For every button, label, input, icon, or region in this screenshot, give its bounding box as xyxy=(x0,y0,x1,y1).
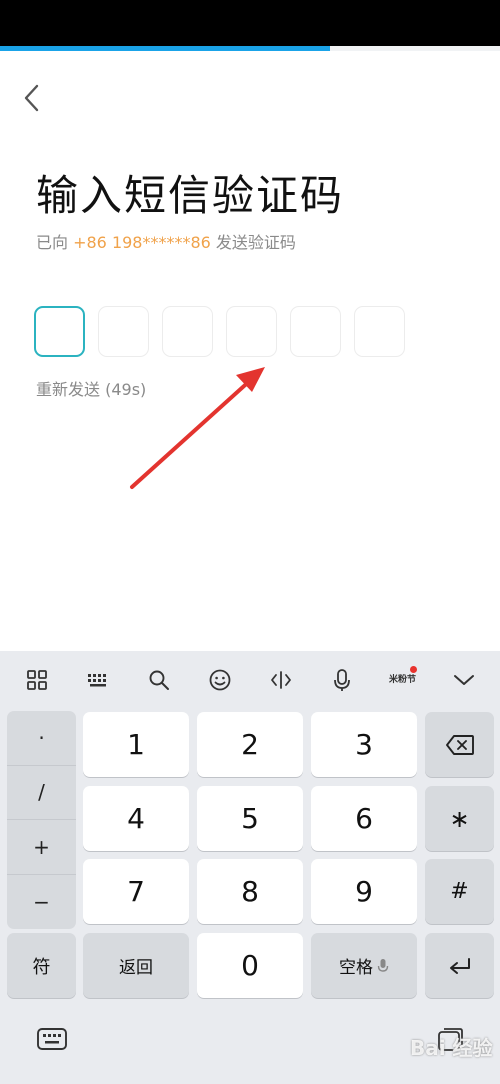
symbol-key-minus[interactable]: − xyxy=(7,875,76,930)
watermark: Bai 经验 xyxy=(410,1036,493,1060)
sent-to-text: 已向 +86 198******86 发送验证码 xyxy=(36,229,296,253)
key-1[interactable]: 1 xyxy=(83,712,189,777)
enter-icon xyxy=(449,957,470,974)
symbol-key-dot[interactable]: · xyxy=(7,711,76,766)
microphone-small-icon xyxy=(377,958,389,972)
subtitle-suffix: 发送验证码 xyxy=(210,233,296,252)
subtitle-prefix: 已向 xyxy=(36,233,74,252)
code-box-1[interactable] xyxy=(34,306,85,357)
space-label: 空格 xyxy=(339,958,373,978)
progress-bar xyxy=(0,46,500,51)
key-9[interactable]: 9 xyxy=(311,859,417,924)
keyboard-switch-icon xyxy=(37,1028,67,1050)
emoji-icon[interactable] xyxy=(200,660,240,700)
grid-icon[interactable] xyxy=(17,660,57,700)
key-6[interactable]: 6 xyxy=(311,786,417,851)
festival-label: 米粉节 xyxy=(388,674,416,685)
symbol-column[interactable]: · / + − xyxy=(7,711,76,929)
key-5[interactable]: 5 xyxy=(197,786,303,851)
page-title: 输入短信验证码 xyxy=(36,171,345,220)
festival-icon[interactable]: 米粉节 xyxy=(383,660,423,700)
keyboard-icon[interactable] xyxy=(78,660,118,700)
back-button[interactable] xyxy=(14,80,50,116)
space-key[interactable]: 空格 xyxy=(311,933,417,998)
search-icon[interactable] xyxy=(139,660,179,700)
backspace-icon xyxy=(445,734,474,755)
status-bar xyxy=(0,0,500,46)
key-2[interactable]: 2 xyxy=(197,712,303,777)
key-8[interactable]: 8 xyxy=(197,859,303,924)
progress-fill xyxy=(0,46,330,51)
chevron-left-icon xyxy=(24,84,39,112)
symbol-key-slash[interactable]: / xyxy=(7,766,76,820)
star-key[interactable]: ∗ xyxy=(425,786,494,851)
cursor-icon[interactable] xyxy=(261,660,301,700)
collapse-icon[interactable] xyxy=(444,660,484,700)
back-key[interactable]: 返回 xyxy=(83,933,189,998)
key-7[interactable]: 7 xyxy=(83,859,189,924)
red-arrow-annotation xyxy=(130,367,265,489)
key-4[interactable]: 4 xyxy=(83,786,189,851)
code-box-3[interactable] xyxy=(162,306,213,357)
code-box-4[interactable] xyxy=(226,306,277,357)
symbol-key-plus[interactable]: + xyxy=(7,820,76,875)
notification-dot xyxy=(409,666,417,673)
enter-key[interactable] xyxy=(425,933,494,998)
keyboard-toolbar: 米粉节 xyxy=(0,651,500,709)
code-box-6[interactable] xyxy=(354,306,405,357)
symbols-key[interactable]: 符 xyxy=(7,933,76,998)
code-box-5[interactable] xyxy=(290,306,341,357)
key-3[interactable]: 3 xyxy=(311,712,417,777)
switch-keyboard-button[interactable] xyxy=(34,1025,70,1055)
key-0[interactable]: 0 xyxy=(197,933,303,998)
verification-code-input[interactable] xyxy=(34,306,405,357)
backspace-key[interactable] xyxy=(425,712,494,777)
phone-number: +86 198******86 xyxy=(73,233,211,252)
microphone-icon[interactable] xyxy=(322,660,362,700)
hash-key[interactable]: # xyxy=(425,859,494,924)
code-box-2[interactable] xyxy=(98,306,149,357)
